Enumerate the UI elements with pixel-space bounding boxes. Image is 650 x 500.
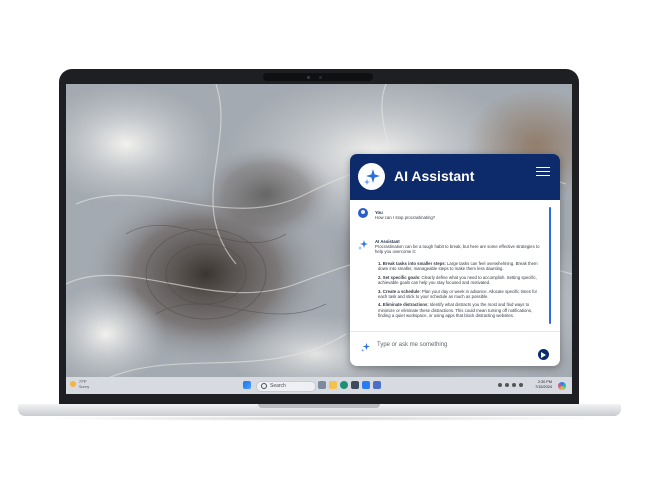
- taskbar: 77°F Sunny Search 2:30 PM 7/15/2024: [66, 377, 572, 394]
- weather-temperature: 77°F: [79, 380, 87, 384]
- copilot-icon[interactable]: [558, 381, 566, 390]
- chat-input[interactable]: Type or ask me something: [377, 342, 447, 348]
- sparkle-icon: [364, 169, 380, 185]
- tip-item: 1. Break tasks into smaller steps: Large…: [378, 261, 543, 272]
- webcam-bar: [263, 73, 373, 81]
- assistant-logo: [358, 163, 385, 190]
- chat-transcript: You How can I stop procrastinating? AI A…: [350, 200, 560, 331]
- mail-icon[interactable]: [362, 381, 370, 389]
- tip-number: 2.: [378, 274, 382, 280]
- windows-start-icon[interactable]: [243, 381, 251, 389]
- clock-time[interactable]: 2:30 PM: [538, 380, 552, 384]
- weather-condition: Sunny: [79, 384, 90, 389]
- tip-number: 3.: [378, 288, 382, 294]
- chat-input-area: Type or ask me something: [350, 331, 560, 366]
- search-icon: [261, 383, 267, 389]
- chat-scrollbar[interactable]: [549, 207, 551, 324]
- sun-icon: [70, 381, 76, 387]
- battery-icon[interactable]: [519, 383, 523, 387]
- laptop-shadow: [40, 416, 600, 421]
- user-message-text: How can I stop procrastinating?: [375, 215, 436, 220]
- volume-icon[interactable]: [512, 383, 516, 387]
- ai-assistant-panel: AI Assistant You How can I stop procrast…: [350, 154, 560, 366]
- user-avatar: [358, 208, 368, 218]
- input-sparkle-icon: [360, 342, 371, 353]
- dell-app-icon[interactable]: [373, 381, 381, 389]
- tip-title: Set specific goals: [382, 274, 420, 280]
- assistant-intro-text: Procrastination can be a tough habit to …: [375, 244, 540, 255]
- tip-title: Create a schedule: [382, 288, 420, 294]
- tip-item: 3. Create a schedule: Plan your day or w…: [378, 289, 543, 300]
- chevron-up-icon[interactable]: [498, 383, 502, 387]
- tips-list: 1. Break tasks into smaller steps: Large…: [378, 261, 543, 319]
- store-icon[interactable]: [351, 381, 359, 389]
- assistant-title: AI Assistant: [394, 168, 475, 184]
- sensor-icon: [319, 75, 322, 79]
- assistant-header: AI Assistant: [350, 154, 560, 200]
- tip-number: 4.: [378, 302, 382, 308]
- file-explorer-icon[interactable]: [329, 381, 337, 389]
- taskbar-search[interactable]: Search: [256, 380, 316, 392]
- webcam-icon: [307, 75, 310, 79]
- search-label: Search: [270, 382, 286, 389]
- edge-browser-icon[interactable]: [340, 381, 348, 389]
- tip-item: 4. Eliminate distractions: Identify what…: [378, 302, 543, 318]
- task-view-icon[interactable]: [318, 381, 326, 389]
- tip-title: Break tasks into smaller steps: [382, 261, 445, 266]
- assistant-avatar-sparkle-icon: [358, 240, 368, 250]
- clock-date[interactable]: 7/15/2024: [535, 385, 552, 389]
- laptop-opening-notch: [258, 404, 380, 408]
- tip-number: 1.: [378, 261, 382, 266]
- wifi-icon[interactable]: [505, 383, 509, 387]
- hamburger-menu-icon[interactable]: [536, 167, 550, 177]
- send-icon[interactable]: [538, 349, 549, 360]
- tip-title: Eliminate distractions: [382, 302, 428, 308]
- tip-item: 2. Set specific goals: Clearly define wh…: [378, 275, 543, 286]
